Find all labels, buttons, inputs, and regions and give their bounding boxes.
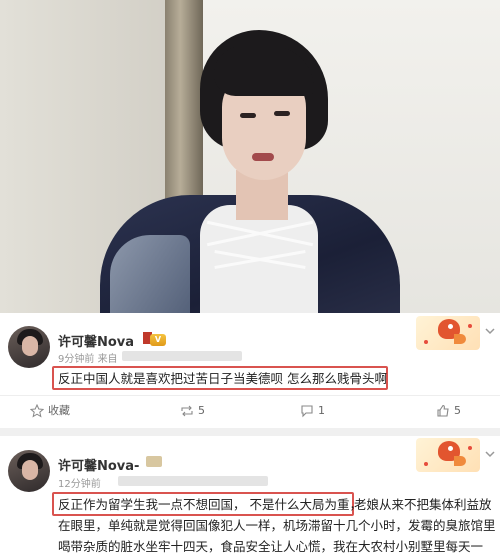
username[interactable]: 许可馨Nova-	[58, 455, 139, 474]
post-content: 喝带杂质的脏水坐牢十四天，食品安全让人心慌，我在大农村小别墅里每天一	[58, 539, 484, 554]
post-meta: 9分钟前 来自	[58, 350, 118, 365]
blurred-source	[118, 476, 268, 486]
decoration-dot	[468, 324, 472, 328]
avatar[interactable]	[8, 326, 50, 368]
blurred-source	[122, 351, 242, 361]
fish-tail	[454, 334, 466, 344]
comment-button[interactable]: 1	[300, 396, 325, 426]
decoration-dot	[424, 340, 428, 344]
photo-lips	[252, 153, 274, 161]
like-count: 5	[454, 404, 461, 417]
collect-button[interactable]: 收藏	[30, 396, 70, 426]
collect-label: 收藏	[48, 404, 70, 417]
repost-button[interactable]: 5	[180, 396, 205, 426]
post-time: 9分钟前	[58, 354, 95, 365]
decoration-dot	[424, 462, 428, 466]
post-content-highlighted: 反正作为留学生我一点不想回国， 不是什么大局为重，	[58, 497, 362, 512]
user-badge	[146, 456, 162, 467]
lucky-fish-decoration-icon	[416, 438, 480, 472]
avatar-face	[22, 460, 38, 480]
username[interactable]: 许可馨Nova	[58, 331, 134, 350]
fish-eye	[448, 446, 453, 451]
weibo-post: 许可馨Nova V 9分钟前 来自 反正中国人就是喜欢把过苦日子当美德呗 怎么那…	[0, 313, 500, 428]
star-icon	[30, 404, 44, 418]
weibo-post: 许可馨Nova- 12分钟前 反正作为留学生我一点不想回国， 不是什么大局为重，…	[0, 436, 500, 554]
chevron-down-icon[interactable]	[484, 448, 496, 460]
photo-eye	[240, 113, 256, 118]
lucky-fish-decoration-icon	[416, 316, 480, 350]
post-content: 反正中国人就是喜欢把过苦日子当美德呗 怎么那么贱骨头啊	[58, 371, 387, 386]
decoration-dot	[468, 446, 472, 450]
fish-tail	[454, 456, 466, 466]
like-button[interactable]: 5	[436, 396, 461, 426]
post-photo[interactable]	[0, 0, 500, 313]
comment-icon	[301, 405, 313, 418]
post-content: 在眼里，单纯就是觉得回国像犯人一样，机场滞留十几个小时，发霉的臭旅馆里	[58, 518, 496, 533]
avatar-face	[22, 336, 38, 356]
post-time: 12分钟前	[58, 479, 101, 490]
post-separator	[0, 428, 500, 436]
repost-count: 5	[198, 404, 205, 417]
fish-eye	[448, 324, 453, 329]
avatar[interactable]	[8, 450, 50, 492]
vip-badge-icon: V	[150, 334, 166, 346]
comment-count: 1	[318, 404, 325, 417]
post-content: 老娘从来不把集体利益放	[354, 497, 492, 512]
repost-icon	[181, 405, 193, 417]
like-icon	[437, 404, 449, 417]
post-source-prefix: 来自	[97, 354, 118, 365]
photo-eye	[274, 111, 290, 116]
photo-jacket-highlight	[110, 235, 190, 313]
post-actions: 收藏 5 1 5	[0, 395, 500, 426]
chevron-down-icon[interactable]	[484, 325, 496, 337]
post-meta: 12分钟前	[58, 475, 101, 490]
